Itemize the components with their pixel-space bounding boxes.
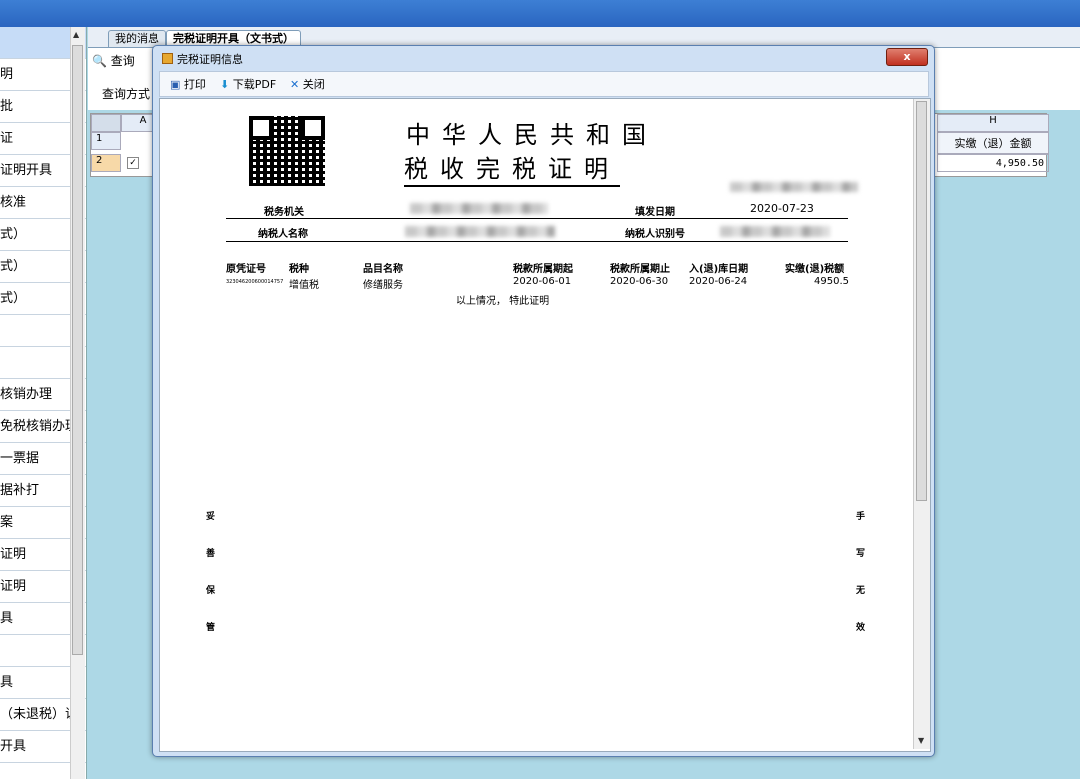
redacted-tax-office	[410, 203, 548, 214]
certificate-title-main: 税收完税证明	[404, 149, 620, 187]
col-period-end: 税款所属期止	[610, 264, 670, 275]
dialog-close-button[interactable]: x	[886, 48, 928, 66]
query-method-label: 查询方式	[102, 87, 151, 101]
side-text-left: 保	[206, 586, 216, 596]
print-button[interactable]: ▣ 打印	[170, 76, 206, 92]
grid-corner	[91, 114, 121, 132]
search-icon: 🔍	[92, 54, 107, 68]
printer-icon: ▣	[170, 78, 181, 91]
row-checkbox[interactable]: ✓	[127, 157, 139, 169]
app-title-bar	[0, 0, 1080, 27]
document-scrollbar[interactable]: ▼	[913, 99, 930, 749]
grid-row-header[interactable]: 1	[91, 132, 121, 150]
scrollbar-thumb[interactable]	[72, 45, 83, 655]
period-start: 2020-06-01	[513, 276, 572, 287]
redacted-taxpayer-id	[720, 226, 830, 237]
tax-type: 增值税	[289, 280, 319, 291]
col-item: 品目名称	[363, 264, 403, 275]
col-tax-type: 税种	[289, 264, 309, 275]
side-text-left: 妥	[206, 512, 216, 522]
close-button[interactable]: ✕ 关闭	[290, 76, 325, 92]
dialog-title: 完税证明信息	[177, 53, 243, 66]
side-text-right: 手	[856, 512, 866, 522]
certificate-dialog: 完税证明信息 x ▣ 打印 ⬇ 下载PDF ✕ 关闭 中华人民共和国 税收完税证…	[152, 45, 935, 757]
tax-amount: 4950.5	[814, 276, 849, 287]
side-text-right: 无	[856, 586, 866, 596]
query-button[interactable]: 🔍 查询	[92, 52, 135, 69]
redacted-taxpayer-name	[405, 226, 555, 237]
item-name: 修缮服务	[363, 280, 403, 291]
grid-col-h-title: 实缴（退）金额	[937, 132, 1049, 154]
grid-row-header[interactable]: 2	[91, 154, 121, 172]
col-voucher: 原凭证号	[226, 264, 266, 275]
certification-note: 以上情况， 特此证明	[456, 296, 550, 307]
entry-date: 2020-06-24	[689, 276, 748, 287]
download-pdf-button[interactable]: ⬇ 下载PDF	[220, 76, 276, 92]
scrollbar-thumb[interactable]	[916, 101, 927, 501]
col-period-start: 税款所属期起	[513, 264, 573, 275]
taxpayer-name-label: 纳税人名称	[258, 229, 308, 240]
dialog-icon	[162, 53, 173, 64]
taxpayer-id-label: 纳税人识别号	[625, 229, 685, 240]
period-end: 2020-06-30	[610, 276, 669, 287]
grid-cell-amount: 4,950.50	[937, 154, 1049, 172]
certificate-title-country: 中华人民共和国	[406, 121, 658, 149]
divider	[226, 218, 848, 219]
download-icon: ⬇	[220, 78, 230, 91]
side-text-left: 善	[206, 549, 216, 559]
side-text-right: 写	[856, 549, 866, 559]
issue-date-label: 填发日期	[635, 207, 675, 218]
divider	[226, 241, 848, 242]
side-text-right: 效	[856, 623, 866, 633]
certificate-document: 中华人民共和国 税收完税证明 税务机关 填发日期 2020-07-23 纳税人名…	[159, 98, 931, 752]
close-icon: ✕	[290, 78, 300, 91]
col-amount: 实缴(退)税额	[785, 264, 845, 275]
grid-col-h: H	[937, 114, 1049, 132]
issue-date: 2020-07-23	[750, 202, 814, 215]
redacted-serial	[730, 182, 858, 192]
sidebar-scrollbar[interactable]: ▲	[70, 27, 85, 779]
qr-code	[249, 116, 325, 186]
tax-office-label: 税务机关	[264, 207, 304, 218]
dialog-toolbar: ▣ 打印 ⬇ 下载PDF ✕ 关闭	[159, 71, 929, 97]
col-date: 入(退)库日期	[689, 264, 749, 275]
scroll-up-icon[interactable]: ▲	[73, 30, 79, 39]
side-text-left: 管	[206, 623, 216, 633]
scroll-down-icon[interactable]: ▼	[918, 736, 924, 745]
voucher-number: 323046200600014757	[226, 279, 284, 285]
